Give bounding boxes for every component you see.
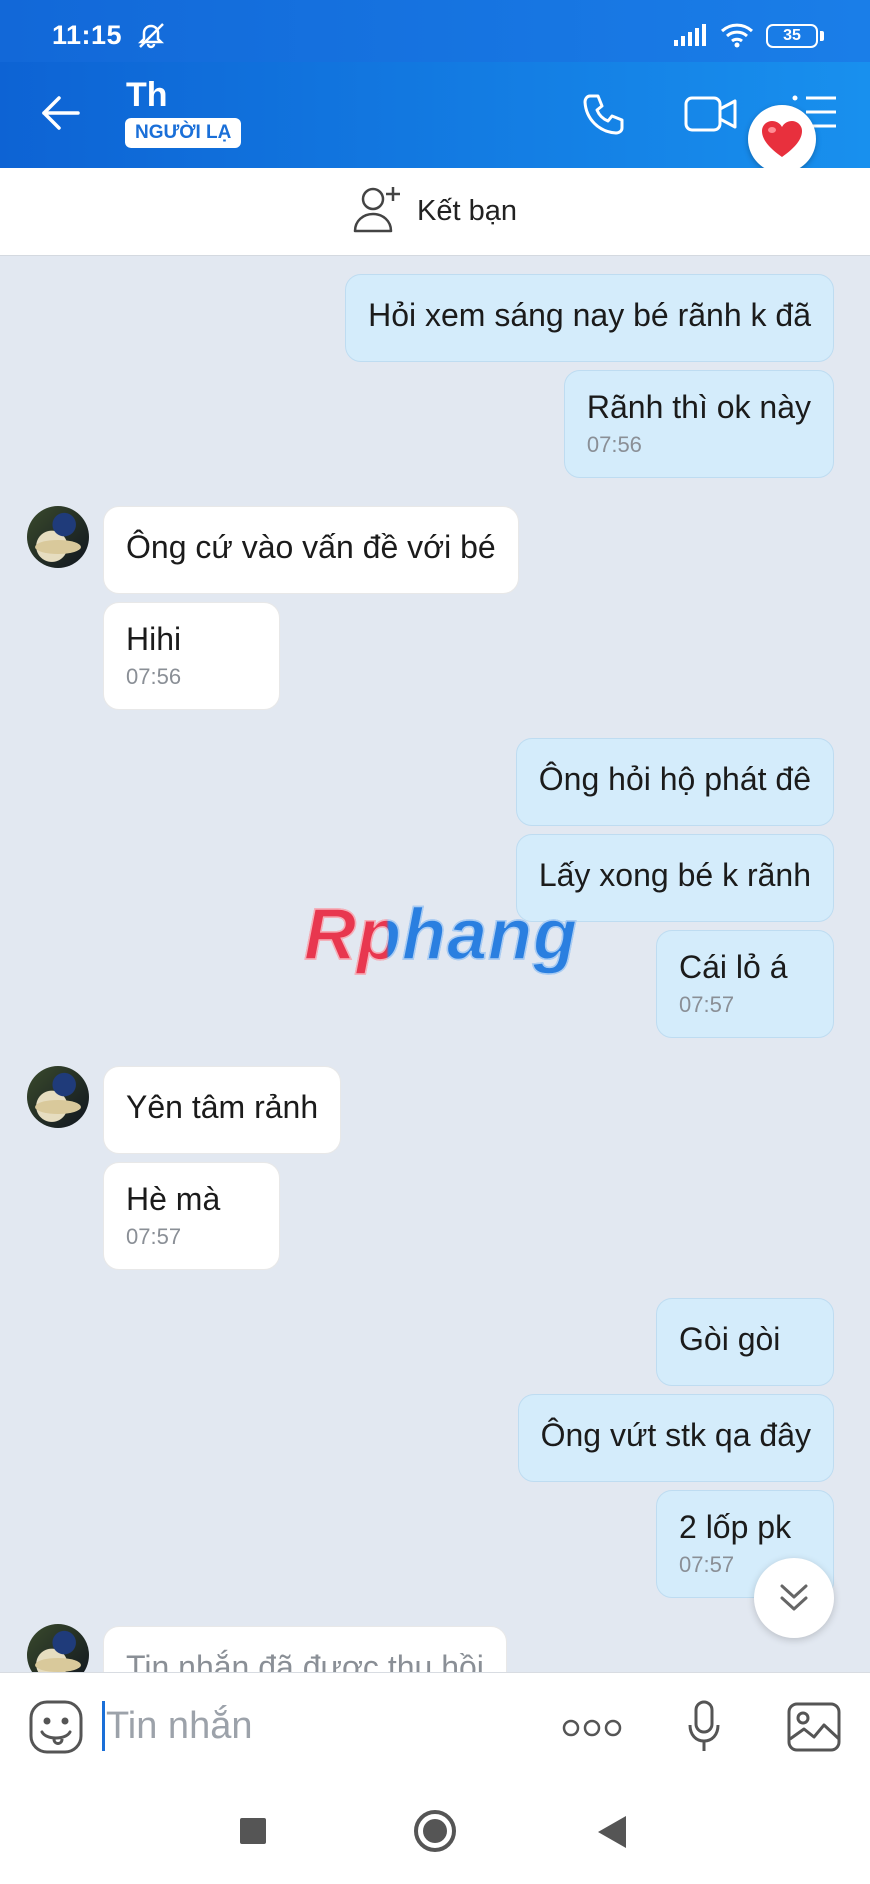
message-text: 2 lốp pk (679, 1509, 792, 1545)
add-user-icon (353, 185, 403, 238)
back-triangle-icon[interactable] (598, 1816, 626, 1848)
heart-icon (762, 121, 802, 157)
scroll-to-bottom-button[interactable] (754, 1558, 834, 1638)
message-text: Ông cứ vào vấn đề với bé (126, 529, 496, 565)
text-caret (102, 1701, 105, 1751)
add-friend-label: Kết bạn (417, 195, 517, 227)
message-time: 07:56 (586, 432, 642, 457)
double-chevron-down-icon (780, 1584, 808, 1611)
chat-messages[interactable]: Hỏi xem sáng nay bé rãnh k đã Rãnh thì o… (0, 256, 870, 1672)
message-time: 07:56 (126, 664, 182, 689)
message-bubble-sent[interactable]: Ông vứt stk qa đây (517, 1394, 834, 1482)
message-text: Gòi gòi (679, 1321, 781, 1357)
battery-tip (820, 31, 824, 41)
avatar[interactable] (27, 1066, 89, 1128)
message-bubble-sent[interactable]: Hỏi xem sáng nay bé rãnh k đã (345, 274, 834, 362)
chat-header: Th NGƯỜI LẠ (0, 62, 870, 168)
message-text: Cái lỏ á (679, 949, 788, 985)
message-bubble-sent[interactable]: Gòi gòi (656, 1298, 834, 1386)
system-nav-bar (0, 1778, 870, 1884)
avatar[interactable] (27, 506, 89, 568)
mute-icon (136, 22, 166, 55)
battery-icon: 35 (766, 24, 818, 48)
message-text: Tin nhắn đã được thu hồi (126, 1649, 484, 1672)
message-text: Ông hỏi hộ phát đê (538, 761, 811, 797)
message-text: Yên tâm rảnh (126, 1089, 319, 1125)
message-input-bar: Tin nhắn (0, 1672, 870, 1778)
watermark-logo: Rphang (303, 894, 578, 976)
message-text: Hỏi xem sáng nay bé rãnh k đã (368, 297, 811, 333)
microphone-icon[interactable] (686, 1699, 722, 1760)
home-icon[interactable] (414, 1810, 456, 1852)
message-text: Lấy xong bé k rãnh (538, 857, 811, 893)
contact-name[interactable]: Th (126, 76, 168, 115)
message-text: Hè mà (126, 1181, 221, 1217)
stranger-badge: NGƯỜI LẠ (125, 118, 242, 148)
more-options-icon[interactable] (562, 1719, 622, 1742)
status-bar: 11:15 35 (0, 0, 870, 62)
wifi-icon (720, 22, 754, 53)
message-bubble-recalled[interactable]: Tin nhắn đã được thu hồi (103, 1626, 507, 1672)
add-friend-button[interactable]: Kết bạn (0, 168, 870, 256)
status-time: 11:15 (52, 20, 123, 50)
message-bubble-received[interactable]: Yên tâm rảnh (103, 1066, 342, 1154)
message-time: 07:57 (126, 1224, 182, 1249)
message-input[interactable]: Tin nhắn (106, 1705, 252, 1748)
image-gallery-icon[interactable] (786, 1701, 842, 1758)
heart-reaction-button[interactable] (748, 105, 816, 173)
message-bubble-sent[interactable]: Rãnh thì ok này 07:56 (563, 370, 834, 478)
recent-apps-icon[interactable] (240, 1818, 266, 1844)
signal-icon (674, 24, 708, 51)
message-bubble-received[interactable]: Ông cứ vào vấn đề với bé (103, 506, 519, 594)
message-time: 07:57 (679, 992, 735, 1017)
message-bubble-received[interactable]: Hè mà 07:57 (103, 1162, 280, 1270)
video-call-icon[interactable] (683, 92, 739, 141)
phone-call-icon[interactable] (580, 90, 628, 143)
message-bubble-sent[interactable]: Cái lỏ á 07:57 (656, 930, 834, 1038)
avatar[interactable] (27, 1624, 89, 1672)
message-bubble-sent[interactable]: Ông hỏi hộ phát đê (515, 738, 834, 826)
back-arrow-icon[interactable] (40, 92, 82, 139)
message-text: Ông vứt stk qa đây (540, 1417, 811, 1453)
message-text: Rãnh thì ok này (586, 389, 811, 425)
message-text: Hihi (126, 621, 182, 657)
sticker-emoji-icon[interactable] (28, 1699, 84, 1760)
message-bubble-received[interactable]: Hihi 07:56 (103, 602, 280, 710)
